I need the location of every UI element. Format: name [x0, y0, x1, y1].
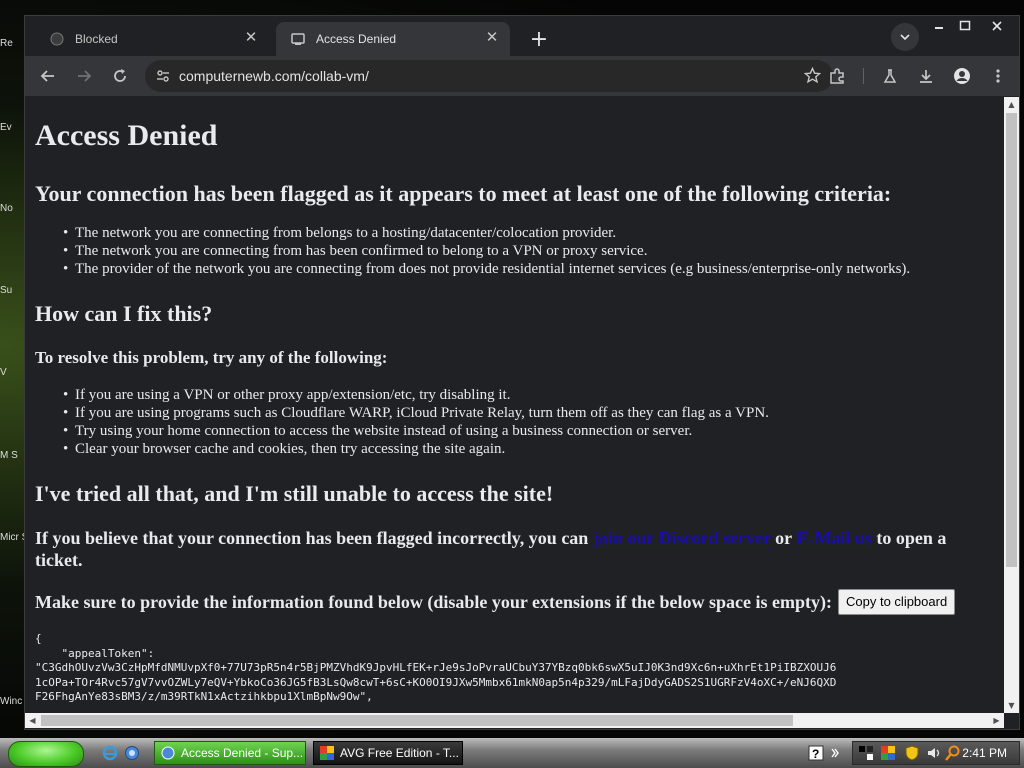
criteria-list: The network you are connecting from belo… [63, 225, 910, 279]
back-arrow-icon[interactable] [34, 62, 62, 90]
system-tray: 2:41 PM [852, 741, 1020, 765]
show-hidden-chevron-icon[interactable] [830, 745, 840, 761]
copy-to-clipboard-button[interactable]: Copy to clipboard [838, 589, 956, 615]
security-shield-icon[interactable] [905, 745, 919, 761]
profile-avatar-icon[interactable] [948, 62, 976, 90]
scroll-right-icon[interactable]: ▶ [989, 713, 1004, 728]
search-tray-icon[interactable] [945, 745, 961, 761]
browser-icon [161, 746, 175, 760]
paragraph-text: or [770, 528, 797, 548]
help-icon[interactable]: ? [808, 745, 824, 761]
desktop-icon-label[interactable]: No [0, 203, 24, 214]
new-tab-plus-icon[interactable]: + [526, 27, 552, 53]
token-line: "C3GdhOUvzVw3CzHpMfdNMUvpXf0+77U73pR5n4r… [35, 661, 837, 674]
menu-kebab-icon[interactable] [984, 62, 1012, 90]
tried-heading: I've tried all that, and I'm still unabl… [35, 481, 554, 506]
tab-title: Blocked [75, 32, 118, 46]
clock[interactable]: 2:41 PM [962, 746, 1007, 760]
tab-blocked[interactable]: Blocked ✕ [35, 22, 269, 56]
address-bar[interactable]: computernewb.com/collab-vm/ [145, 60, 833, 92]
scroll-down-icon[interactable]: ▼ [1004, 698, 1019, 713]
labs-flask-icon[interactable] [876, 62, 904, 90]
flagged-paragraph: If you believe that your connection has … [35, 527, 995, 571]
close-tab-icon[interactable]: ✕ [243, 30, 259, 46]
horizontal-scroll-thumb[interactable] [41, 715, 793, 726]
criteria-heading: Your connection has been flagged as it a… [35, 181, 892, 206]
start-button[interactable] [8, 741, 84, 767]
taskbar: Access Denied - Sup... AVG Free Edition … [0, 738, 1024, 768]
quicklaunch-browser-icon[interactable] [124, 745, 140, 761]
list-item: If you are using programs such as Cloudf… [63, 405, 769, 423]
desktop-icon-label[interactable]: M S [0, 450, 24, 461]
tab-search-chevron-icon[interactable] [891, 23, 919, 51]
taskbar-item-label: AVG Free Edition - T... [340, 746, 459, 760]
desktop-icon-label[interactable]: Micr Stu [0, 532, 24, 543]
svg-text:?: ? [812, 747, 819, 761]
info-text: Make sure to provide the information fou… [35, 592, 833, 612]
token-line: { [35, 632, 42, 645]
browser-toolbar: computernewb.com/collab-vm/ [25, 56, 1019, 96]
info-paragraph: Make sure to provide the information fou… [35, 589, 995, 617]
page-title: Access Denied [35, 119, 218, 152]
site-info-icon[interactable] [155, 68, 171, 84]
desktop-icon-label[interactable]: V [0, 367, 24, 378]
avg-tray-icon[interactable] [881, 746, 897, 760]
discord-link[interactable]: join our Discord server [593, 528, 771, 548]
tab-access-denied[interactable]: Access Denied ✕ [276, 22, 510, 56]
vertical-scrollbar[interactable]: ▲ ▼ [1004, 97, 1019, 713]
token-line: 1cOPa+TOr4Rvc57gV7vvOZWLy7eQV+YbkoCo36JG… [35, 675, 837, 689]
list-item: Clear your browser cache and cookies, th… [63, 441, 769, 459]
vertical-scroll-thumb[interactable] [1006, 113, 1017, 567]
taskbar-item-avg[interactable]: AVG Free Edition - T... [313, 741, 463, 765]
horizontal-scrollbar[interactable]: ◀ ▶ [25, 713, 1004, 728]
url-text[interactable]: computernewb.com/collab-vm/ [179, 68, 369, 84]
taskbar-item-label: Access Denied - Sup... [181, 746, 304, 760]
tab-strip: Blocked ✕ Access Denied ✕ + [25, 16, 1019, 56]
close-tab-icon[interactable]: ✕ [484, 30, 500, 46]
reload-icon[interactable] [106, 62, 134, 90]
page-content: Access Denied Your connection has been f… [25, 97, 1004, 713]
resolve-heading: To resolve this problem, try any of the … [35, 348, 388, 367]
bookmark-star-icon[interactable] [804, 67, 821, 84]
browser-window: Blocked ✕ Access Denied ✕ + computernewb… [24, 15, 1020, 730]
scroll-left-icon[interactable]: ◀ [25, 713, 40, 728]
close-window-icon[interactable] [981, 16, 1013, 36]
paragraph-text: If you believe that your connection has … [35, 528, 593, 548]
appeal-token-block[interactable]: { "appealToken": "C3GdhOUvzVw3CzHpMfdNMUv… [35, 632, 836, 705]
desktop-icon-label[interactable]: Ev [0, 122, 24, 133]
email-link[interactable]: E-Mail us [796, 528, 872, 548]
extensions-puzzle-icon[interactable] [823, 62, 851, 90]
tab-title: Access Denied [316, 32, 397, 46]
blocked-favicon-icon [49, 31, 65, 47]
network-icon[interactable] [859, 746, 875, 760]
maximize-icon[interactable] [949, 16, 981, 36]
list-item: If you are using a VPN or other proxy ap… [63, 387, 769, 405]
list-item: The network you are connecting from has … [63, 243, 910, 261]
desktop-icon-label[interactable]: Su [0, 285, 24, 296]
forward-arrow-icon[interactable] [70, 62, 98, 90]
resolve-list: If you are using a VPN or other proxy ap… [63, 387, 769, 459]
fix-heading: How can I fix this? [35, 301, 213, 326]
list-item: Try using your home connection to access… [63, 423, 769, 441]
avg-icon [320, 746, 334, 760]
page-favicon-icon [290, 31, 306, 47]
token-line: "appealToken": [35, 646, 155, 660]
volume-icon[interactable] [927, 746, 943, 760]
taskbar-item-browser[interactable]: Access Denied - Sup... [154, 741, 306, 765]
scroll-up-icon[interactable]: ▲ [1004, 97, 1019, 112]
token-line: F26FhgAnYe83sBM3/z/m39RTkN1xActzihkbpu1X… [35, 690, 373, 703]
desktop-icon-label[interactable]: Re [0, 38, 24, 49]
download-icon[interactable] [912, 62, 940, 90]
desktop-icon-label[interactable]: Winc [0, 696, 24, 707]
list-item: The provider of the network you are conn… [63, 261, 910, 279]
list-item: The network you are connecting from belo… [63, 225, 910, 243]
internet-explorer-icon[interactable] [102, 745, 118, 761]
toolbar-divider [863, 68, 864, 84]
